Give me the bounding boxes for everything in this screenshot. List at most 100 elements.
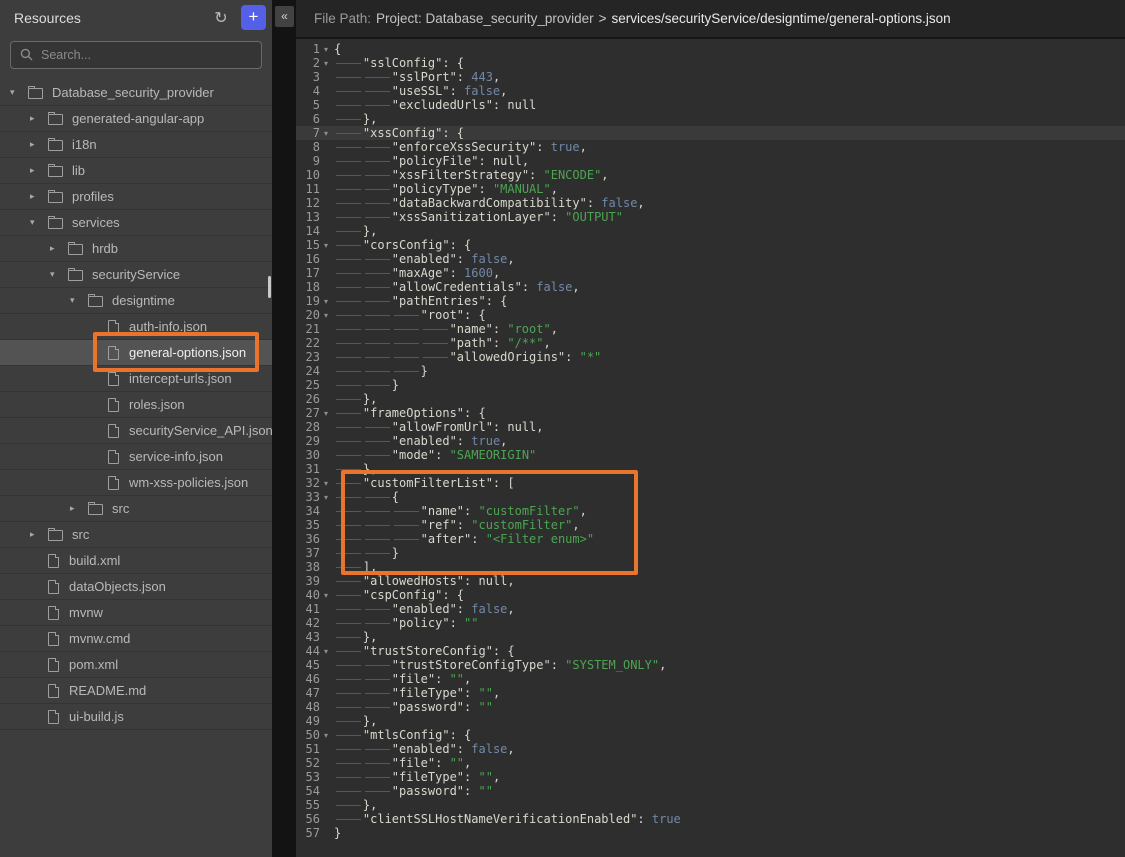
sidebar-scrollbar-thumb[interactable] [268,276,271,298]
fold-toggle-icon[interactable]: ▾ [320,490,332,504]
code-line-32[interactable]: 32▾"customFilterList": [ [296,476,1125,490]
code-line-50[interactable]: 50▾"mtlsConfig": { [296,728,1125,742]
code-line-16[interactable]: 16"enabled": false, [296,252,1125,266]
code-line-28[interactable]: 28"allowFromUrl": null, [296,420,1125,434]
code-line-30[interactable]: 30"mode": "SAMEORIGIN" [296,448,1125,462]
fold-toggle-icon[interactable]: ▾ [320,588,332,602]
tree-item-services[interactable]: ▾services [0,210,272,236]
code-line-34[interactable]: 34"name": "customFilter", [296,504,1125,518]
code-line-46[interactable]: 46"file": "", [296,672,1125,686]
tree-item-wm-xss-policies.json[interactable]: wm-xss-policies.json [0,470,272,496]
fold-toggle-icon[interactable]: ▾ [320,728,332,742]
code-line-17[interactable]: 17"maxAge": 1600, [296,266,1125,280]
code-line-4[interactable]: 4"useSSL": false, [296,84,1125,98]
code-line-24[interactable]: 24} [296,364,1125,378]
code-line-41[interactable]: 41"enabled": false, [296,602,1125,616]
chevron-down-icon[interactable]: ▾ [30,218,48,228]
tree-item-service-info.json[interactable]: service-info.json [0,444,272,470]
fold-toggle-icon[interactable]: ▾ [320,476,332,490]
code-line-1[interactable]: 1▾{ [296,42,1125,56]
tree-item-securityService_API.json[interactable]: securityService_API.json [0,418,272,444]
refresh-icon[interactable]: ↻ [209,6,233,30]
tree-item-designtime[interactable]: ▾designtime [0,288,272,314]
fold-toggle-icon[interactable]: ▾ [320,308,332,322]
code-editor[interactable]: 1▾{2▾"sslConfig": {3"sslPort": 443,4"use… [296,39,1125,857]
code-line-6[interactable]: 6}, [296,112,1125,126]
tree-item-mvnw[interactable]: mvnw [0,600,272,626]
tree-item-roles.json[interactable]: roles.json [0,392,272,418]
tree-item-mvnw.cmd[interactable]: mvnw.cmd [0,626,272,652]
code-line-53[interactable]: 53"fileType": "", [296,770,1125,784]
code-line-13[interactable]: 13"xssSanitizationLayer": "OUTPUT" [296,210,1125,224]
code-line-20[interactable]: 20▾"root": { [296,308,1125,322]
code-line-35[interactable]: 35"ref": "customFilter", [296,518,1125,532]
search-input[interactable] [10,41,262,69]
fold-toggle-icon[interactable]: ▾ [320,42,332,56]
chevron-right-icon[interactable]: ▸ [30,530,48,540]
code-line-25[interactable]: 25} [296,378,1125,392]
code-line-54[interactable]: 54"password": "" [296,784,1125,798]
code-line-19[interactable]: 19▾"pathEntries": { [296,294,1125,308]
code-line-42[interactable]: 42"policy": "" [296,616,1125,630]
fold-toggle-icon[interactable]: ▾ [320,406,332,420]
chevron-right-icon[interactable]: ▸ [30,166,48,176]
code-line-51[interactable]: 51"enabled": false, [296,742,1125,756]
code-line-38[interactable]: 38], [296,560,1125,574]
chevron-down-icon[interactable]: ▾ [10,88,28,98]
code-line-55[interactable]: 55}, [296,798,1125,812]
tree-item-pom.xml[interactable]: pom.xml [0,652,272,678]
fold-toggle-icon[interactable]: ▾ [320,126,332,140]
tree-item-src[interactable]: ▸src [0,522,272,548]
code-line-31[interactable]: 31}, [296,462,1125,476]
tree-item-Database_security_provider[interactable]: ▾Database_security_provider [0,80,272,106]
code-line-2[interactable]: 2▾"sslConfig": { [296,56,1125,70]
chevron-right-icon[interactable]: ▸ [30,140,48,150]
code-line-45[interactable]: 45"trustStoreConfigType": "SYSTEM_ONLY", [296,658,1125,672]
code-line-3[interactable]: 3"sslPort": 443, [296,70,1125,84]
code-line-36[interactable]: 36"after": "<Filter enum>" [296,532,1125,546]
fold-toggle-icon[interactable]: ▾ [320,238,332,252]
code-line-10[interactable]: 10"xssFilterStrategy": "ENCODE", [296,168,1125,182]
fold-toggle-icon[interactable]: ▾ [320,56,332,70]
code-line-29[interactable]: 29"enabled": true, [296,434,1125,448]
code-line-57[interactable]: 57} [296,826,1125,840]
code-line-21[interactable]: 21"name": "root", [296,322,1125,336]
code-line-9[interactable]: 9"policyFile": null, [296,154,1125,168]
fold-toggle-icon[interactable]: ▾ [320,644,332,658]
code-line-12[interactable]: 12"dataBackwardCompatibility": false, [296,196,1125,210]
code-line-18[interactable]: 18"allowCredentials": false, [296,280,1125,294]
code-line-11[interactable]: 11"policyType": "MANUAL", [296,182,1125,196]
chevron-right-icon[interactable]: ▸ [30,192,48,202]
code-line-37[interactable]: 37} [296,546,1125,560]
code-line-56[interactable]: 56"clientSSLHostNameVerificationEnabled"… [296,812,1125,826]
tree-item-general-options.json[interactable]: general-options.json [0,340,272,366]
code-line-43[interactable]: 43}, [296,630,1125,644]
code-line-33[interactable]: 33▾{ [296,490,1125,504]
code-line-48[interactable]: 48"password": "" [296,700,1125,714]
tree-item-lib[interactable]: ▸lib [0,158,272,184]
tree-item-intercept-urls.json[interactable]: intercept-urls.json [0,366,272,392]
tree-item-i18n[interactable]: ▸i18n [0,132,272,158]
code-line-26[interactable]: 26}, [296,392,1125,406]
chevron-down-icon[interactable]: ▾ [50,270,68,280]
code-line-7[interactable]: 7▾"xssConfig": { [296,126,1125,140]
code-line-49[interactable]: 49}, [296,714,1125,728]
chevron-right-icon[interactable]: ▸ [30,114,48,124]
add-resource-button[interactable]: + [241,5,266,30]
code-line-39[interactable]: 39"allowedHosts": null, [296,574,1125,588]
code-line-8[interactable]: 8"enforceXssSecurity": true, [296,140,1125,154]
tree-item-dataObjects.json[interactable]: dataObjects.json [0,574,272,600]
code-line-47[interactable]: 47"fileType": "", [296,686,1125,700]
tree-item-ui-build.js[interactable]: ui-build.js [0,704,272,730]
code-line-5[interactable]: 5"excludedUrls": null [296,98,1125,112]
tree-item-securityService[interactable]: ▾securityService [0,262,272,288]
tree-item-profiles[interactable]: ▸profiles [0,184,272,210]
code-line-14[interactable]: 14}, [296,224,1125,238]
code-line-23[interactable]: 23"allowedOrigins": "*" [296,350,1125,364]
tree-item-hrdb[interactable]: ▸hrdb [0,236,272,262]
code-line-44[interactable]: 44▾"trustStoreConfig": { [296,644,1125,658]
tree-item-src[interactable]: ▸src [0,496,272,522]
code-line-22[interactable]: 22"path": "/**", [296,336,1125,350]
tree-item-README.md[interactable]: README.md [0,678,272,704]
chevron-right-icon[interactable]: ▸ [70,504,88,514]
